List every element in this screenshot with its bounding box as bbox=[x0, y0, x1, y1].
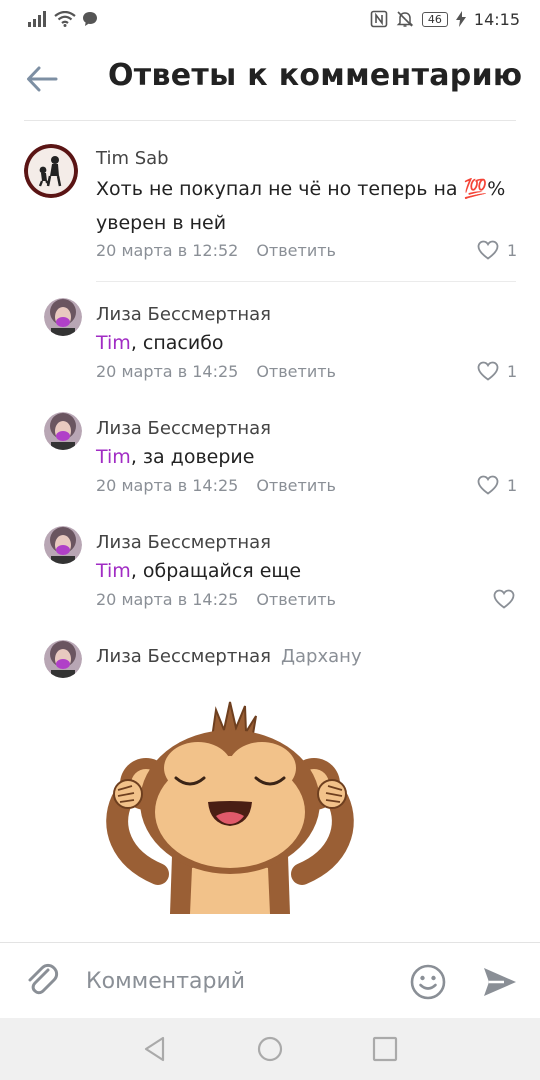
comment-text: Tim, спасибо bbox=[96, 332, 224, 354]
comment-text: Хоть не покупал не чё но теперь на 💯% ув… bbox=[96, 172, 516, 240]
comment-input[interactable] bbox=[86, 963, 386, 999]
comment-author[interactable]: Лиза Бессмертная bbox=[96, 418, 271, 439]
comment-meta: 20 марта в 12:52 Ответить bbox=[96, 241, 336, 260]
status-bar: 46 14:15 bbox=[0, 0, 540, 38]
like-button[interactable] bbox=[493, 589, 515, 609]
mention-link[interactable]: Tim bbox=[96, 446, 131, 468]
comment-date: 20 марта в 14:25 bbox=[96, 476, 239, 495]
like-button[interactable]: 1 bbox=[477, 475, 517, 495]
comment-date: 20 марта в 12:52 bbox=[96, 241, 239, 260]
send-button[interactable] bbox=[480, 962, 520, 1002]
arrow-left-icon bbox=[27, 66, 58, 92]
square-recents-icon bbox=[372, 1036, 398, 1062]
attach-button[interactable] bbox=[22, 960, 62, 1000]
nav-home-button[interactable] bbox=[255, 1034, 285, 1064]
comment-date: 20 марта в 14:25 bbox=[96, 590, 239, 609]
avatar[interactable] bbox=[44, 412, 82, 450]
comment-text: Tim, обращайся еще bbox=[96, 560, 302, 582]
comment-text-line2: уверен в ней bbox=[96, 212, 227, 234]
heart-icon bbox=[477, 475, 499, 495]
charging-icon bbox=[455, 11, 466, 27]
comment-text-line1: Хоть не покупал не чё но теперь на bbox=[96, 178, 464, 200]
nav-recents-button[interactable] bbox=[370, 1034, 400, 1064]
wifi-icon bbox=[54, 11, 76, 27]
comment-composer bbox=[0, 942, 540, 1018]
reply-button[interactable]: Ответить bbox=[256, 590, 336, 609]
comment-meta: 20 марта в 14:25 Ответить bbox=[96, 476, 336, 495]
reply-to-name[interactable]: Дархану bbox=[281, 646, 362, 667]
avatar[interactable] bbox=[24, 144, 78, 198]
reply-button[interactable]: Ответить bbox=[256, 241, 336, 260]
comment-author[interactable]: Tim Sab bbox=[96, 148, 169, 169]
nfc-icon bbox=[370, 10, 388, 28]
battery-indicator: 46 bbox=[421, 11, 448, 27]
thread-divider bbox=[96, 281, 516, 282]
reply-button[interactable]: Ответить bbox=[256, 362, 336, 381]
like-count: 1 bbox=[507, 475, 518, 495]
nav-back-button[interactable] bbox=[140, 1034, 170, 1064]
monkey-sticker bbox=[106, 701, 354, 914]
comment-meta: 20 марта в 14:25 Ответить bbox=[96, 590, 336, 609]
comment-text-suffix: % bbox=[487, 178, 506, 200]
status-time: 14:15 bbox=[473, 9, 520, 29]
hundred-points-emoji: 💯 bbox=[463, 178, 488, 200]
like-button[interactable]: 1 bbox=[477, 361, 517, 381]
avatar[interactable] bbox=[44, 298, 82, 336]
paperclip-icon bbox=[28, 963, 59, 995]
reply-button[interactable]: Ответить bbox=[256, 476, 336, 495]
like-count: 1 bbox=[507, 361, 518, 381]
header-divider bbox=[24, 120, 516, 121]
triangle-back-icon bbox=[144, 1036, 165, 1062]
comment-meta: 20 марта в 14:25 Ответить bbox=[96, 362, 336, 381]
comment-author[interactable]: Лиза Бессмертная bbox=[96, 304, 271, 325]
heart-icon bbox=[477, 361, 499, 381]
like-count: 1 bbox=[507, 240, 518, 260]
heart-icon bbox=[477, 240, 499, 260]
circle-home-icon bbox=[257, 1036, 283, 1062]
comment-text: Tim, за доверие bbox=[96, 446, 255, 468]
heart-icon bbox=[493, 589, 515, 609]
author-name[interactable]: Лиза Бессмертная bbox=[96, 646, 271, 667]
bell-off-icon bbox=[396, 11, 414, 27]
avatar[interactable] bbox=[44, 640, 82, 678]
mention-link[interactable]: Tim bbox=[96, 560, 131, 582]
signal-icon bbox=[28, 11, 46, 27]
comment-date: 20 марта в 14:25 bbox=[96, 362, 239, 381]
system-nav-bar bbox=[0, 1018, 540, 1080]
emoji-button[interactable] bbox=[408, 962, 448, 1002]
send-icon bbox=[484, 968, 516, 996]
app-header: Ответы к комментарию bbox=[0, 38, 540, 120]
page-title: Ответы к комментарию bbox=[108, 58, 523, 93]
smile-icon bbox=[410, 964, 446, 1000]
back-button[interactable] bbox=[22, 62, 62, 96]
like-button[interactable]: 1 bbox=[477, 240, 517, 260]
avatar[interactable] bbox=[44, 526, 82, 564]
mention-link[interactable]: Tim bbox=[96, 332, 131, 354]
comment-author[interactable]: Лиза Бессмертная bbox=[96, 532, 271, 553]
comment-author: Лиза Бессмертная Дархану bbox=[96, 646, 362, 667]
message-icon bbox=[83, 12, 97, 26]
